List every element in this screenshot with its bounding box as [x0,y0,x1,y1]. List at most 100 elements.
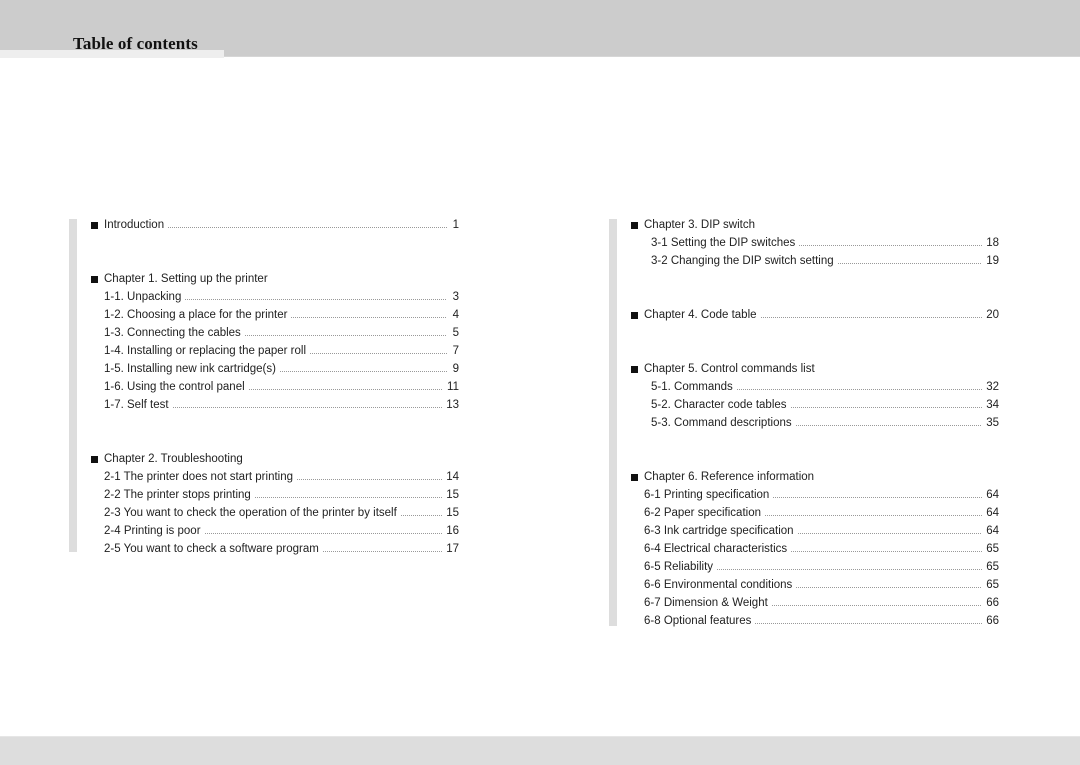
square-bullet-icon [91,275,98,283]
toc-page-number: 66 [986,597,999,609]
toc-section-entry[interactable]: 6-7 Dimension & Weight 66 [644,594,999,612]
toc-page-number: 18 [986,237,999,249]
dot-leader [790,406,983,408]
toc-entry-label: 6-2 Paper specification [644,507,761,519]
dot-leader [254,496,443,498]
dot-leader [736,388,983,390]
toc-entry-label: 1-3. Connecting the cables [104,327,241,339]
toc-section-entry[interactable]: 1-5. Installing new ink cartridge(s) 9 [104,360,459,378]
toc-page-number: 20 [986,309,999,321]
toc-entry-label: 2-1 The printer does not start printing [104,471,294,483]
toc-page-number: 34 [986,399,999,411]
toc-section-entry[interactable]: 1-7. Self test 13 [104,396,459,414]
square-bullet-icon [91,455,98,463]
toc-page-number: 7 [452,345,459,357]
toc-entry-label: 1-5. Installing new ink cartridge(s) [104,363,276,375]
dot-leader [310,352,447,354]
toc-chapter-entry[interactable]: Chapter 3. DIP switch [631,216,999,234]
toc-chapter-entry[interactable]: Chapter 5. Control commands list [631,360,999,378]
toc-page-number: 35 [986,417,999,429]
dot-leader [837,262,983,264]
toc-entry-label: 2-5 You want to check a software program [104,543,319,555]
dot-leader [773,496,983,498]
toc-section-entry[interactable]: 2-5 You want to check a software program… [104,540,459,558]
toc-entry-label: 6-8 Optional features [644,615,752,627]
toc-section-entry[interactable]: 5-2. Character code tables 34 [651,396,999,414]
toc-section-entry[interactable]: 5-1. Commands 32 [651,378,999,396]
toc-section-entry[interactable]: 3-1 Setting the DIP switches 18 [651,234,999,252]
toc-page-number: 15 [446,507,459,519]
toc-entry-label: 5-2. Character code tables [651,399,787,411]
toc-section-entry[interactable]: 1-1. Unpacking 3 [104,288,459,306]
square-bullet-icon [631,365,638,373]
toc-page-number: 3 [452,291,459,303]
toc-section-entry[interactable]: 6-4 Electrical characteristics 65 [644,540,999,558]
toc-entry-label: 6-4 Electrical characteristics [644,543,788,555]
square-bullet-icon [631,311,638,319]
toc-entry-label: 5-3. Command descriptions [651,417,792,429]
toc-chapter-entry[interactable]: Introduction 1 [91,216,459,234]
toc-chapter-entry[interactable]: Chapter 1. Setting up the printer [91,270,459,288]
toc-section-entry[interactable]: 1-6. Using the control panel 11 [104,378,459,396]
toc-section-entry[interactable]: 6-1 Printing specification 64 [644,486,999,504]
toc-entry-label: Chapter 5. Control commands list [644,363,815,375]
dot-leader [797,532,983,534]
toc-section-entry[interactable]: 6-2 Paper specification 64 [644,504,999,522]
toc-entry-label: 1-7. Self test [104,399,169,411]
dot-leader [279,370,447,372]
toc-section-entry[interactable]: 1-4. Installing or replacing the paper r… [104,342,459,360]
dot-leader [291,316,447,318]
dot-leader [172,406,443,408]
toc-entry-label: 3-2 Changing the DIP switch setting [651,255,834,267]
toc-section-entry[interactable]: 2-1 The printer does not start printing 1… [104,468,459,486]
toc-section-entry[interactable]: 6-8 Optional features 66 [644,612,999,630]
dot-leader [400,514,443,516]
toc-section-entry[interactable]: 2-3 You want to check the operation of t… [104,504,459,522]
toc-section-entry[interactable]: 2-4 Printing is poor 16 [104,522,459,540]
toc-entry-label: 6-1 Printing specification [644,489,770,501]
toc-page-number: 19 [986,255,999,267]
toc-entry-label: 2-2 The printer stops printing [104,489,251,501]
header-divider [224,56,1080,57]
toc-entry-label: Chapter 4. Code table [644,309,757,321]
dot-leader [322,550,443,552]
toc-section-entry[interactable]: 6-6 Environmental conditions 65 [644,576,999,594]
toc-page-number: 66 [986,615,999,627]
toc-entry-label: 6-5 Reliability [644,561,714,573]
toc-section-entry[interactable]: 6-3 Ink cartridge specification 64 [644,522,999,540]
dot-leader [799,244,983,246]
toc-entry-label: 5-1. Commands [651,381,733,393]
toc-entry-label: 1-1. Unpacking [104,291,182,303]
toc-entry-label: 1-2. Choosing a place for the printer [104,309,288,321]
dot-leader [204,532,443,534]
toc-page-number: 9 [452,363,459,375]
toc-section-entry[interactable]: 5-3. Command descriptions 35 [651,414,999,432]
toc-page-number: 13 [446,399,459,411]
toc-entry-label: 1-4. Installing or replacing the paper r… [104,345,307,357]
right-accent-bar [609,219,617,626]
toc-page-number: 4 [452,309,459,321]
toc-section-entry[interactable]: 6-5 Reliability 65 [644,558,999,576]
toc-page-number: 17 [446,543,459,555]
toc-entry-label: 2-3 You want to check the operation of t… [104,507,397,519]
toc-chapter-entry[interactable]: Chapter 2. Troubleshooting [91,450,459,468]
toc-page-number: 14 [446,471,459,483]
dot-leader [248,388,444,390]
toc-chapter-entry[interactable]: Chapter 4. Code table 20 [631,306,999,324]
toc-entry-label: 6-3 Ink cartridge specification [644,525,794,537]
toc-page-number: 1 [452,219,459,231]
toc-section-entry[interactable]: 1-2. Choosing a place for the printer 4 [104,306,459,324]
toc-entry-label: 6-6 Environmental conditions [644,579,793,591]
toc-section-entry[interactable]: 1-3. Connecting the cables 5 [104,324,459,342]
toc-entry-label: 6-7 Dimension & Weight [644,597,768,609]
dot-leader [244,334,447,336]
toc-section-entry[interactable]: 2-2 The printer stops printing 15 [104,486,459,504]
dot-leader [764,514,983,516]
dot-leader [168,226,447,228]
toc-page-number: 65 [986,579,999,591]
dot-leader [185,298,447,300]
page-title: Table of contents [73,34,198,53]
toc-chapter-entry[interactable]: Chapter 6. Reference information [631,468,999,486]
toc-entry-label: Chapter 3. DIP switch [644,219,756,231]
toc-section-entry[interactable]: 3-2 Changing the DIP switch setting 19 [651,252,999,270]
